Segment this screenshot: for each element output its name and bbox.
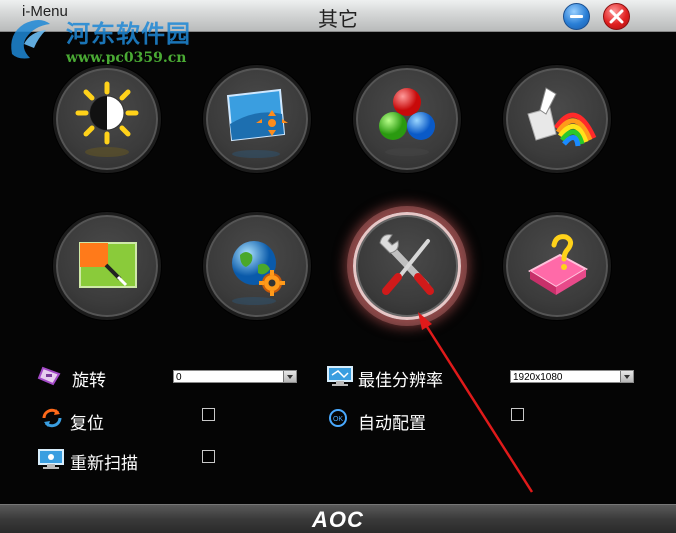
rotation-value: 0 <box>176 372 182 383</box>
chevron-down-icon[interactable] <box>620 371 633 382</box>
color-setup-button[interactable] <box>353 65 461 173</box>
picture-boost-button[interactable] <box>53 212 161 320</box>
brand-logo: AOC <box>312 507 364 532</box>
rescan-label: 重新扫描 <box>70 454 138 474</box>
chevron-down-icon[interactable] <box>283 371 296 382</box>
best-resolution-value: 1920x1080 <box>513 372 563 383</box>
picture-boost-icon <box>79 242 137 288</box>
minimize-button[interactable] <box>563 3 590 30</box>
color-icon <box>379 88 435 156</box>
extra-tools-icon <box>379 234 434 295</box>
monitor-icon <box>327 366 353 386</box>
reset-label: 复位 <box>70 414 104 434</box>
rescan-icon <box>38 449 64 469</box>
bottom-bar: AOC <box>0 504 676 533</box>
i-menu-window: i-Menu 其它 河东软件园 www.pc0359.cn 旋转 0 最佳分辨率… <box>0 0 676 533</box>
color-boost-button[interactable] <box>503 65 611 173</box>
rotation-icon <box>37 366 61 386</box>
osd-settings-icon <box>232 241 285 305</box>
reset-checkbox[interactable] <box>202 408 215 421</box>
auto-config-checkbox[interactable] <box>511 408 524 421</box>
reset-icon <box>42 408 62 428</box>
close-button[interactable] <box>603 3 630 30</box>
exit-icon <box>527 234 589 295</box>
picture-position-icon <box>226 88 288 158</box>
rescan-checkbox[interactable] <box>202 450 215 463</box>
svg-text:OK: OK <box>333 416 343 423</box>
image-setup-button[interactable] <box>203 65 311 173</box>
best-resolution-select[interactable]: 1920x1080 <box>510 370 634 383</box>
osd-setup-button[interactable] <box>203 212 311 320</box>
auto-config-icon: OK <box>329 409 347 427</box>
extra-button[interactable] <box>353 212 461 320</box>
watermark-logo <box>11 20 50 59</box>
rotation-label: 旋转 <box>72 371 106 391</box>
auto-config-label: 自动配置 <box>358 414 426 434</box>
watermark-site-name: 河东软件园 <box>66 20 191 48</box>
close-icon <box>609 9 624 24</box>
watermark-url: www.pc0359.cn <box>66 50 187 66</box>
exit-button[interactable] <box>503 212 611 320</box>
luminance-button[interactable] <box>53 65 161 173</box>
color-boost-icon <box>527 87 597 147</box>
rotation-select[interactable]: 0 <box>173 370 297 383</box>
best-resolution-label: 最佳分辨率 <box>358 371 443 391</box>
brightness-icon <box>75 81 139 157</box>
